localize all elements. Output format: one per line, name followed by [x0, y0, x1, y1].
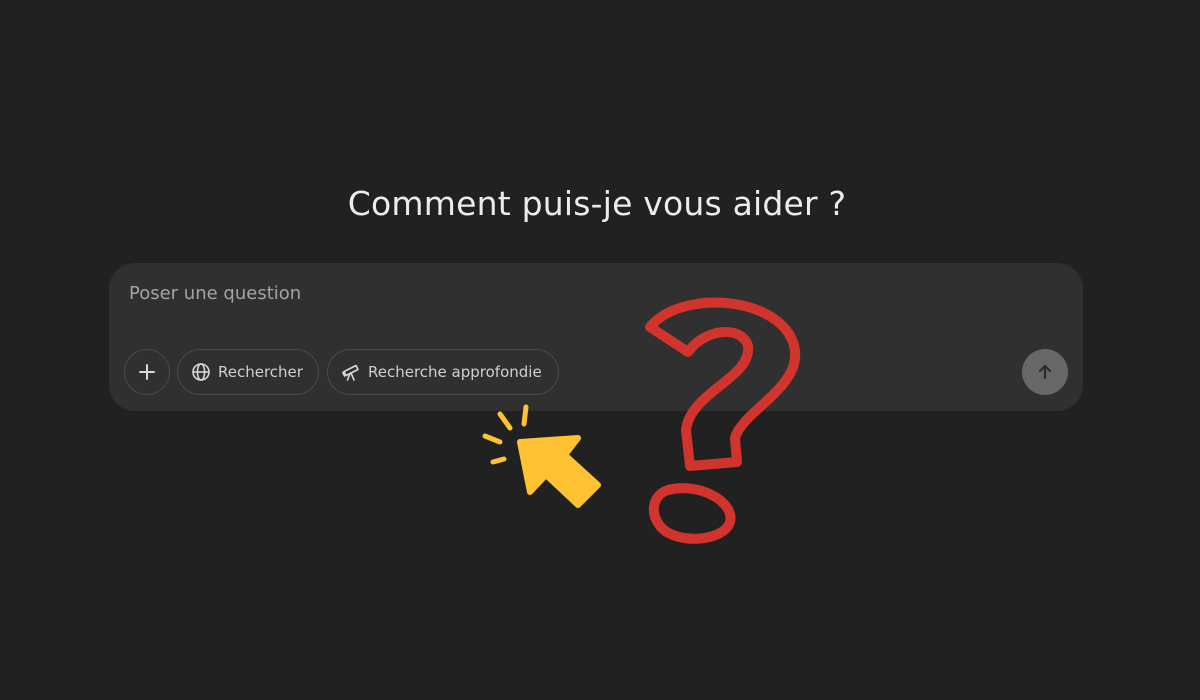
plus-icon — [136, 361, 158, 383]
arrow-up-icon — [1035, 362, 1055, 382]
telescope-icon — [340, 361, 362, 383]
send-button[interactable] — [1022, 349, 1068, 395]
search-button-label: Rechercher — [218, 363, 303, 381]
deep-research-button[interactable]: Recherche approfondie — [327, 349, 559, 395]
deep-research-button-label: Recherche approfondie — [368, 363, 542, 381]
page: Comment puis-je vous aider ? Rechercher — [0, 0, 1200, 700]
globe-icon — [190, 361, 212, 383]
click-pointer-icon — [482, 404, 601, 508]
prompt-input[interactable] — [129, 277, 989, 309]
prompt-composer: Rechercher Recherche approfondie — [109, 263, 1083, 411]
page-heading: Comment puis-je vous aider ? — [347, 184, 847, 223]
attach-button[interactable] — [124, 349, 170, 395]
search-button[interactable]: Rechercher — [177, 349, 319, 395]
